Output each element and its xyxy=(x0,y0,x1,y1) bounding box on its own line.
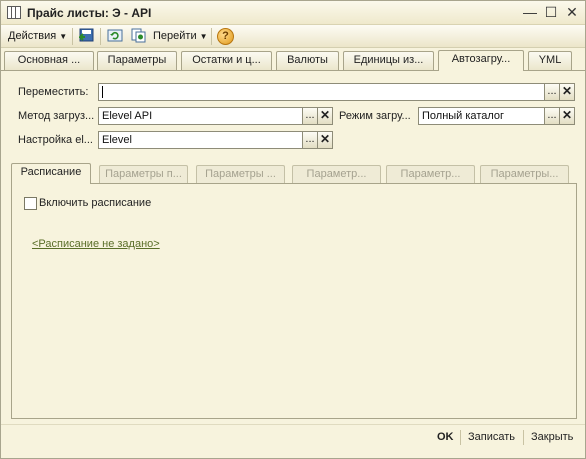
tab-parameters[interactable]: Параметры xyxy=(97,51,177,70)
ok-button[interactable]: OK xyxy=(437,431,454,443)
mode-clear-button[interactable]: ✕ xyxy=(559,107,575,125)
tab-autoload[interactable]: Автозагру... xyxy=(438,50,524,71)
save-icon[interactable] xyxy=(77,28,96,45)
schedule-link[interactable]: <Расписание не задано> xyxy=(32,238,160,250)
move-clear-button[interactable]: ✕ xyxy=(559,83,575,101)
help-icon[interactable]: ? xyxy=(217,28,234,45)
settings-input[interactable]: Elevel xyxy=(98,131,303,149)
move-select-button[interactable]: ... xyxy=(544,83,560,101)
main-tabs: Основная ... Параметры Остатки и ц... Ва… xyxy=(1,50,585,71)
settings-clear-button[interactable]: ✕ xyxy=(317,131,333,149)
window-title: Прайс листы: Э - API xyxy=(27,6,152,20)
footer-separator xyxy=(523,430,524,445)
mode-select-button[interactable]: ... xyxy=(544,107,560,125)
method-input[interactable]: Elevel API xyxy=(98,107,303,125)
toolbar-separator xyxy=(100,28,101,45)
save-button[interactable]: Записать xyxy=(468,431,515,443)
schedule-panel xyxy=(11,183,577,419)
tab-stock-prices[interactable]: Остатки и ц... xyxy=(181,51,272,70)
settings-select-button[interactable]: ... xyxy=(302,131,318,149)
toolbar-separator xyxy=(211,28,212,45)
tab-main[interactable]: Основная ... xyxy=(4,51,94,70)
enable-schedule-checkbox[interactable] xyxy=(24,197,37,210)
method-clear-button[interactable]: ✕ xyxy=(317,107,333,125)
tab-yml[interactable]: YML xyxy=(528,51,572,70)
goto-menu[interactable]: Перейти ▼ xyxy=(153,28,208,45)
inner-tabs: Расписание Параметры п... Параметры ... … xyxy=(11,163,577,184)
move-label: Переместить: xyxy=(18,86,89,98)
move-input[interactable] xyxy=(98,83,545,101)
tab-currencies[interactable]: Валюты xyxy=(276,51,339,70)
close-window-button[interactable]: ✕ xyxy=(563,4,581,21)
footer-divider xyxy=(1,424,585,425)
enable-schedule-label[interactable]: Включить расписание xyxy=(39,197,151,209)
settings-label: Настройка el... xyxy=(18,134,93,146)
tab-params-2[interactable]: Параметры ... xyxy=(196,165,285,184)
price-list-icon xyxy=(7,6,21,19)
toolbar: Действия ▼ Перейти ▼ ? xyxy=(1,25,585,48)
main-window: Прайс листы: Э - API — ☐ ✕ Действия ▼ Пе… xyxy=(0,0,586,459)
tab-params-3[interactable]: Параметр... xyxy=(292,165,381,184)
method-label: Метод загруз... xyxy=(18,110,95,122)
toolbar-separator xyxy=(72,28,73,45)
actions-menu[interactable]: Действия ▼ xyxy=(8,28,67,45)
mode-input[interactable]: Полный каталог xyxy=(418,107,545,125)
maximize-button[interactable]: ☐ xyxy=(542,4,560,21)
mode-label: Режим загру... xyxy=(339,110,411,122)
title-bar: Прайс листы: Э - API — ☐ ✕ xyxy=(1,1,585,25)
copy-icon[interactable] xyxy=(129,28,147,45)
close-button[interactable]: Закрыть xyxy=(531,431,573,443)
tab-params-4[interactable]: Параметр... xyxy=(386,165,475,184)
tab-schedule[interactable]: Расписание xyxy=(11,163,91,184)
text-caret xyxy=(102,86,103,99)
chevron-down-icon: ▼ xyxy=(199,32,208,41)
chevron-down-icon: ▼ xyxy=(59,32,68,41)
actions-label: Действия xyxy=(8,30,57,42)
method-select-button[interactable]: ... xyxy=(302,107,318,125)
refresh-icon[interactable] xyxy=(106,28,124,45)
footer-separator xyxy=(460,430,461,445)
goto-label: Перейти xyxy=(153,30,197,42)
minimize-button[interactable]: — xyxy=(521,4,539,21)
tab-params-1[interactable]: Параметры п... xyxy=(99,165,188,184)
tab-units[interactable]: Единицы из... xyxy=(343,51,434,70)
tab-params-5[interactable]: Параметры... xyxy=(480,165,569,184)
